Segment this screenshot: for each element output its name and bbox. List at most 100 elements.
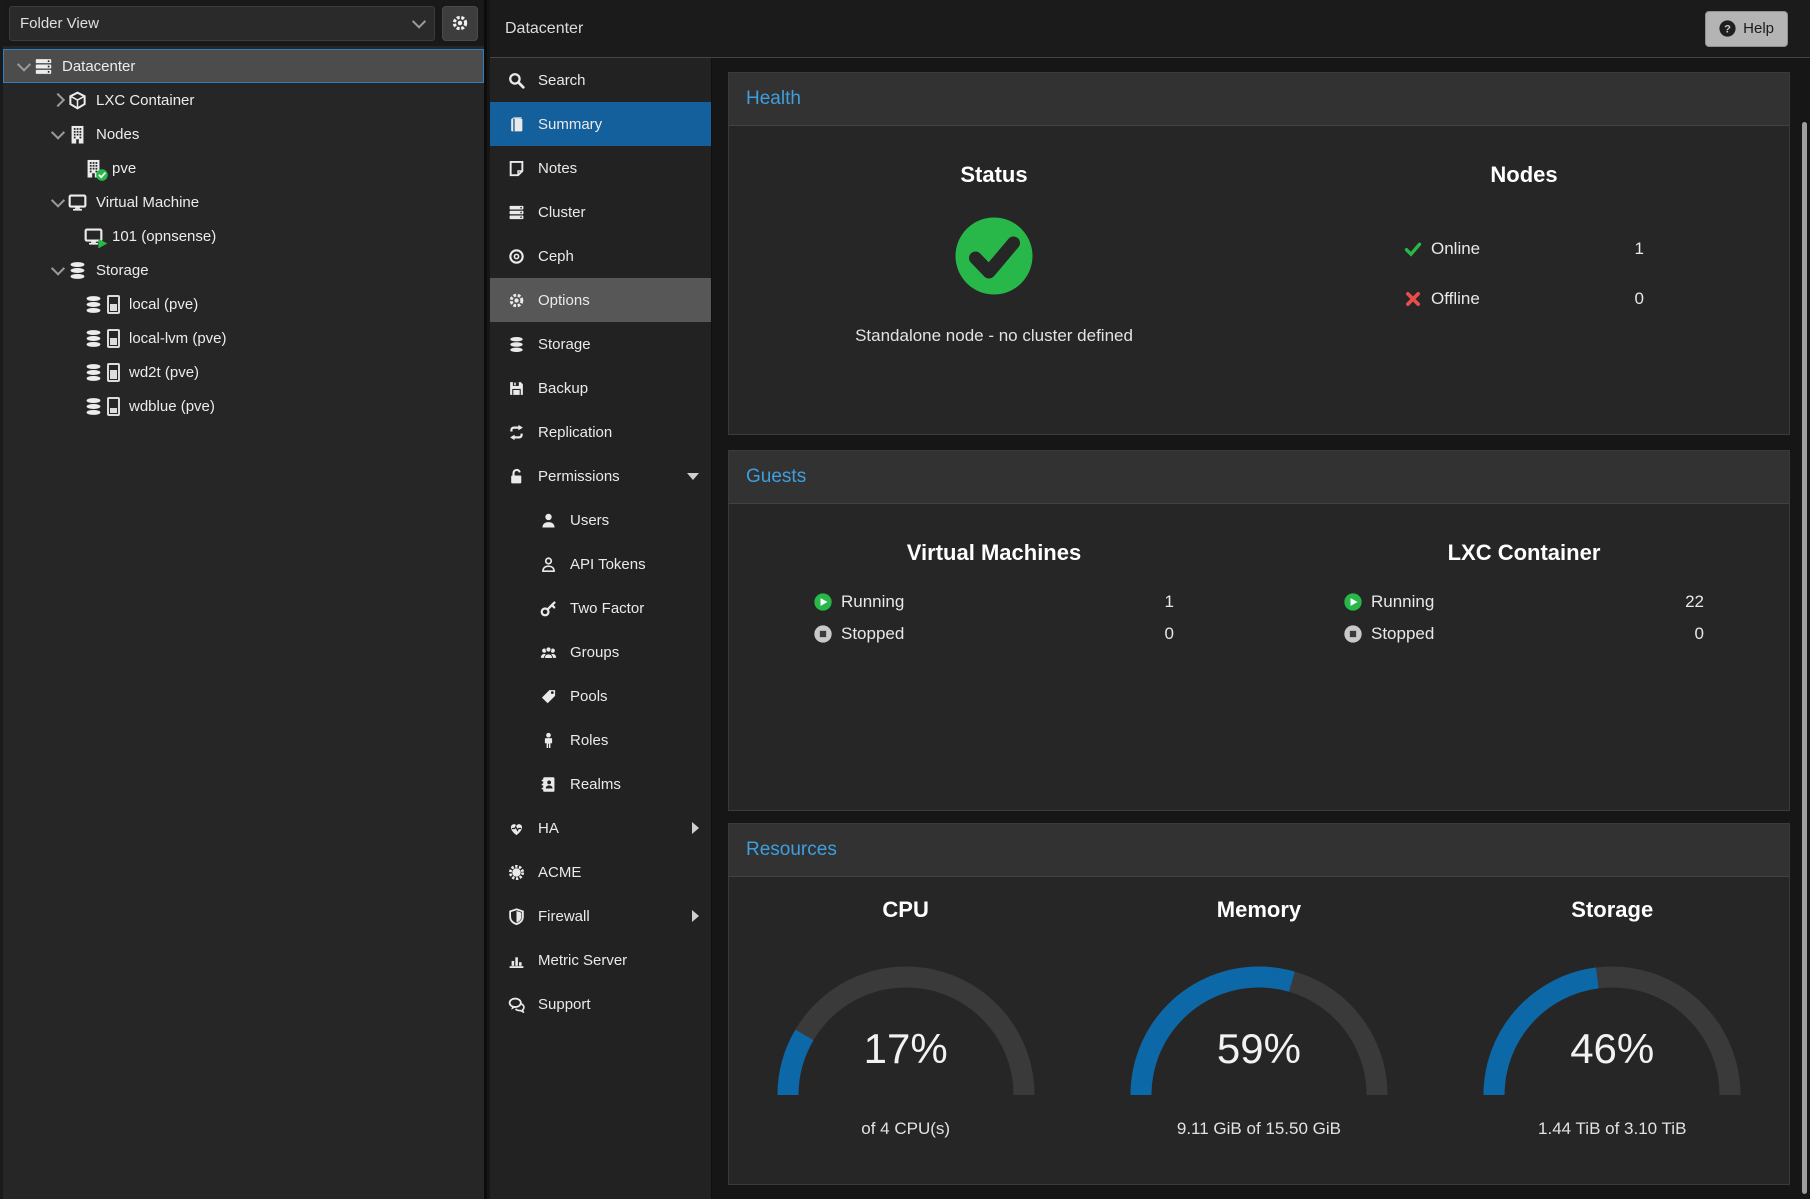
menu-item-search[interactable]: Search — [490, 58, 711, 102]
vertical-scrollbar[interactable] — [1802, 122, 1807, 1194]
database-icon — [84, 295, 103, 314]
chevron-down-icon[interactable] — [14, 61, 34, 71]
row-value: 1 — [1165, 592, 1174, 612]
tree-item-datacenter[interactable]: Datacenter — [3, 49, 484, 83]
chevron-down-icon[interactable] — [48, 265, 68, 275]
storage-usage-gauge-icon — [107, 329, 120, 348]
tree-item-pve[interactable]: pve — [3, 151, 484, 185]
storage-percent-value: 46% — [1472, 1025, 1752, 1073]
bar-chart-icon — [508, 952, 525, 969]
tree-item-vm-101[interactable]: 101 (opnsense) — [3, 219, 484, 253]
menu-item-permissions[interactable]: Permissions — [490, 454, 711, 498]
row-value: 0 — [1165, 624, 1174, 644]
menu-item-label: Groups — [570, 644, 619, 661]
nodes-offline-row: Offline 0 — [1404, 274, 1644, 324]
tree-item-label: Virtual Machine — [96, 194, 199, 211]
database-icon — [84, 397, 103, 416]
tag-icon — [540, 688, 557, 705]
menu-item-users[interactable]: Users — [490, 498, 711, 542]
menu-item-cluster[interactable]: Cluster — [490, 190, 711, 234]
tree-item-label: Datacenter — [62, 58, 135, 75]
memory-gauge-section: Memory 59% 9.11 GiB of 15.50 GiB — [1082, 877, 1435, 1184]
storage-heading: Storage — [1436, 877, 1789, 923]
database-icon — [84, 363, 103, 382]
row-label: Online — [1431, 239, 1480, 259]
cpu-gauge-section: CPU 17% of 4 CPU(s) — [729, 877, 1082, 1184]
menu-item-replication[interactable]: Replication — [490, 410, 711, 454]
menu-item-label: Options — [538, 292, 590, 309]
tree-item-lxc-container[interactable]: LXC Container — [3, 83, 484, 117]
menu-item-label: Permissions — [538, 468, 620, 485]
menu-item-acme[interactable]: ACME — [490, 850, 711, 894]
storage-usage-gauge-icon — [107, 363, 120, 382]
status-heading: Status — [729, 126, 1259, 188]
tree-item-storage[interactable]: Storage — [3, 253, 484, 287]
help-button[interactable]: Help — [1705, 11, 1788, 47]
tree-item-label: Nodes — [96, 126, 139, 143]
nodes-heading: Nodes — [1259, 126, 1789, 188]
row-label: Running — [841, 592, 904, 612]
tree-item-storage-wd2t[interactable]: wd2t (pve) — [3, 355, 484, 389]
menu-item-notes[interactable]: Notes — [490, 146, 711, 190]
cube-icon — [68, 91, 87, 110]
lxc-stopped-row: Stopped 0 — [1344, 618, 1704, 650]
search-icon — [508, 72, 525, 89]
storage-gauge: 46% — [1472, 953, 1752, 1103]
memory-percent-value: 59% — [1119, 1025, 1399, 1073]
tree-item-storage-local[interactable]: local (pve) — [3, 287, 484, 321]
menu-item-label: Cluster — [538, 204, 586, 221]
row-label: Offline — [1431, 289, 1480, 309]
cpu-subtext: of 4 CPU(s) — [729, 1119, 1082, 1139]
menu-item-label: Notes — [538, 160, 577, 177]
menu-item-summary[interactable]: Summary — [490, 102, 711, 146]
menu-item-ha[interactable]: HA — [490, 806, 711, 850]
ceph-icon — [508, 248, 525, 265]
menu-item-metric-server[interactable]: Metric Server — [490, 938, 711, 982]
tree-item-nodes[interactable]: Nodes — [3, 117, 484, 151]
tree-item-virtual-machine[interactable]: Virtual Machine — [3, 185, 484, 219]
menu-item-two-factor[interactable]: Two Factor — [490, 586, 711, 630]
menu-item-backup[interactable]: Backup — [490, 366, 711, 410]
menu-item-support[interactable]: Support — [490, 982, 711, 1026]
menu-item-label: Two Factor — [570, 600, 644, 617]
row-label: Stopped — [841, 624, 904, 644]
nodes-status-section: Nodes Online 1 Offline 0 — [1259, 126, 1789, 434]
gear-icon — [451, 14, 469, 32]
row-label: Stopped — [1371, 624, 1434, 644]
menu-item-realms[interactable]: Realms — [490, 762, 711, 806]
menu-item-options[interactable]: Options — [490, 278, 711, 322]
lxc-heading: LXC Container — [1259, 504, 1789, 566]
person-icon — [540, 732, 557, 749]
lxc-container-section: LXC Container Running 22 Stopped 0 — [1259, 504, 1789, 810]
database-icon — [68, 261, 87, 280]
menu-item-storage[interactable]: Storage — [490, 322, 711, 366]
chevron-down-icon[interactable] — [48, 197, 68, 207]
menu-item-roles[interactable]: Roles — [490, 718, 711, 762]
view-mode-select[interactable]: Folder View — [9, 6, 435, 41]
menu-item-groups[interactable]: Groups — [490, 630, 711, 674]
menu-item-ceph[interactable]: Ceph — [490, 234, 711, 278]
content-header: Datacenter Help — [490, 0, 1810, 58]
chevron-down-icon[interactable] — [48, 129, 68, 139]
menu-item-pools[interactable]: Pools — [490, 674, 711, 718]
tree-item-storage-wdblue[interactable]: wdblue (pve) — [3, 389, 484, 423]
users-group-icon — [540, 644, 557, 661]
cpu-heading: CPU — [729, 877, 1082, 923]
menu-item-label: Support — [538, 996, 591, 1013]
tree-settings-button[interactable] — [442, 6, 478, 41]
note-icon — [508, 160, 525, 177]
menu-item-api-tokens[interactable]: API Tokens — [490, 542, 711, 586]
chevron-right-icon[interactable] — [48, 95, 68, 105]
vm-heading: Virtual Machines — [729, 504, 1259, 566]
tree-item-label: LXC Container — [96, 92, 194, 109]
comments-icon — [508, 996, 525, 1013]
tree-item-label: wdblue (pve) — [129, 398, 215, 415]
menu-item-firewall[interactable]: Firewall — [490, 894, 711, 938]
menu-item-label: API Tokens — [570, 556, 646, 573]
server-icon — [508, 204, 525, 221]
status-message: Standalone node - no cluster defined — [729, 326, 1259, 346]
datacenter-menu: Search Summary Notes Cluster Ceph Option… — [490, 58, 712, 1199]
menu-item-label: Search — [538, 72, 586, 89]
tree-item-storage-local-lvm[interactable]: local-lvm (pve) — [3, 321, 484, 355]
row-value: 0 — [1695, 624, 1704, 644]
